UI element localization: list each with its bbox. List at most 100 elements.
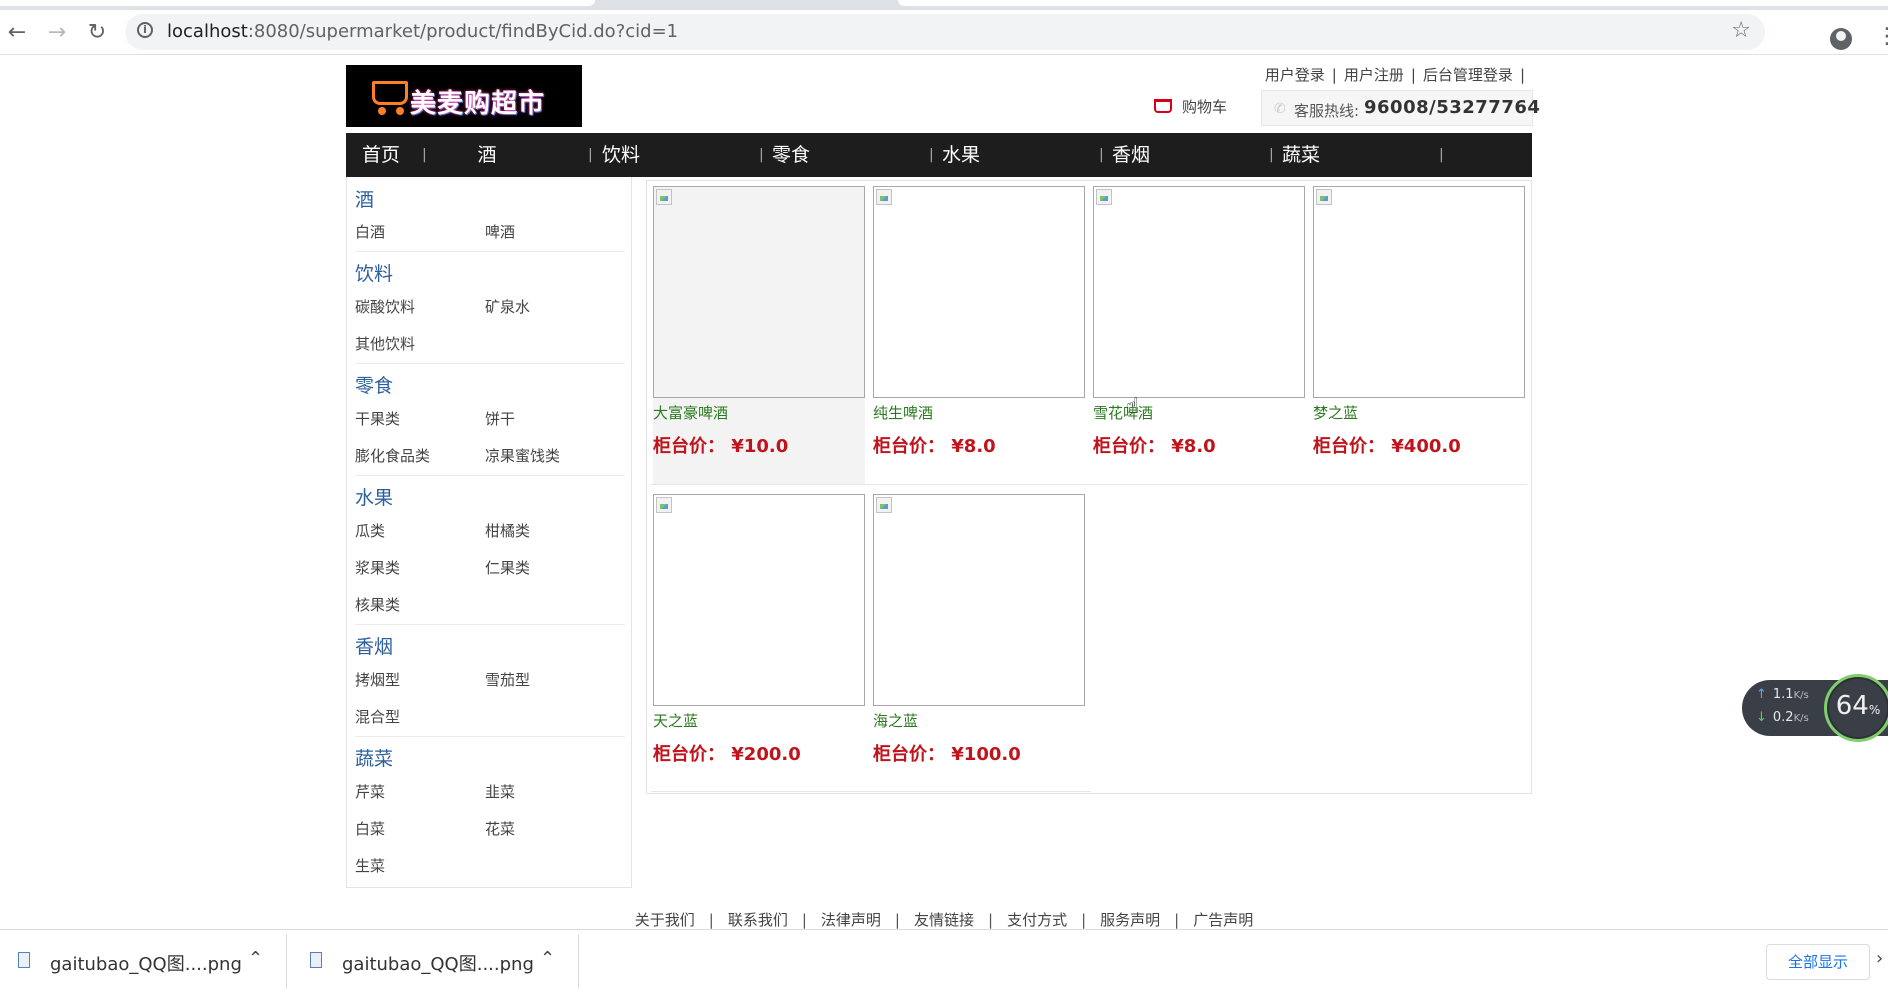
top-links: 用户登录 | 用户注册 | 后台管理登录 |: [1265, 64, 1532, 85]
product-image[interactable]: [873, 186, 1085, 398]
site-logo[interactable]: 美麦购超市: [346, 65, 582, 127]
product-image[interactable]: [653, 186, 865, 398]
product-image[interactable]: [873, 494, 1085, 706]
download-item[interactable]: gaitubao_QQ图....png ⌃: [292, 930, 578, 993]
product-price: 柜台价： ¥8.0: [873, 432, 996, 458]
subcategory-item[interactable]: 白菜: [355, 818, 385, 839]
browser-toolbar: ← → ↻ i localhost:8080/supermarket/produ…: [0, 10, 1888, 55]
footer-contact[interactable]: 联系我们: [728, 911, 788, 929]
nav-home[interactable]: 首页: [356, 133, 406, 177]
nav-liquor[interactable]: 酒: [452, 133, 522, 177]
subcategory-item[interactable]: 膨化食品类: [355, 445, 430, 466]
forward-icon[interactable]: →: [44, 20, 70, 46]
hotline-label: 客服热线:: [1294, 102, 1360, 120]
separator: |: [708, 911, 714, 929]
url-host: localhost: [167, 21, 248, 42]
subcategory-item[interactable]: 白酒: [355, 221, 385, 242]
user-register-link[interactable]: 用户注册: [1344, 66, 1404, 84]
nav-fruit[interactable]: 水果: [926, 133, 996, 177]
subcategory-item[interactable]: 其他饮料: [355, 333, 415, 354]
product-price: 柜台价： ¥400.0: [1313, 432, 1461, 458]
broken-image-icon: [1096, 189, 1112, 205]
browser-menu-icon[interactable]: ⋮: [1876, 24, 1888, 49]
nav-drinks[interactable]: 饮料: [586, 133, 656, 177]
subcategory-item[interactable]: 浆果类: [355, 557, 400, 578]
product-image[interactable]: [1093, 186, 1305, 398]
category-title-snacks[interactable]: 零食: [355, 371, 393, 398]
url-text[interactable]: localhost:8080/supermarket/product/findB…: [167, 21, 678, 42]
bookmark-star-icon[interactable]: ☆: [1731, 18, 1751, 43]
close-download-bar-icon[interactable]: ›: [1876, 948, 1883, 969]
category-title-cigarettes[interactable]: 香烟: [355, 632, 393, 659]
download-bar: gaitubao_QQ图....png ⌃ gaitubao_QQ图....pn…: [0, 929, 1888, 992]
nav-vegetables[interactable]: 蔬菜: [1266, 133, 1336, 177]
subcategory-item[interactable]: 碳酸饮料: [355, 296, 415, 317]
product-name[interactable]: 雪花啤酒: [1093, 402, 1153, 423]
profile-avatar-icon[interactable]: [1830, 28, 1852, 50]
footer-legal[interactable]: 法律声明: [821, 911, 881, 929]
product-name[interactable]: 梦之蓝: [1313, 402, 1358, 423]
footer-friend-links[interactable]: 友情链接: [914, 911, 974, 929]
category-title-liquor[interactable]: 酒: [355, 185, 374, 212]
product-name[interactable]: 天之蓝: [653, 710, 698, 731]
category-title-fruit[interactable]: 水果: [355, 483, 393, 510]
footer-service[interactable]: 服务声明: [1100, 911, 1160, 929]
show-all-button[interactable]: 全部显示: [1766, 944, 1870, 980]
subcategory-item[interactable]: 雪茄型: [485, 669, 530, 690]
user-login-link[interactable]: 用户登录: [1265, 66, 1325, 84]
product-image[interactable]: [653, 494, 865, 706]
subcategory-item[interactable]: 芹菜: [355, 781, 385, 802]
admin-login-link[interactable]: 后台管理登录: [1423, 66, 1513, 84]
chevron-up-icon[interactable]: ⌃: [248, 948, 263, 969]
other-tab[interactable]: [898, 0, 1888, 6]
divider: [578, 934, 579, 989]
speed-unit: K/s: [1793, 713, 1809, 724]
subcategory-item[interactable]: 核果类: [355, 594, 400, 615]
product-name[interactable]: 纯生啤酒: [873, 402, 933, 423]
site-info-icon[interactable]: i: [137, 22, 153, 38]
product-card[interactable]: 大富豪啤酒 柜台价： ¥10.0: [653, 186, 865, 484]
product-name[interactable]: 海之蓝: [873, 710, 918, 731]
network-speed-widget[interactable]: ↑ 1.1K/s ↓ 0.2K/s 64%: [1742, 674, 1888, 742]
subcategory-item[interactable]: 花菜: [485, 818, 515, 839]
cart-link[interactable]: 购物车: [1154, 96, 1227, 117]
subcategory-item[interactable]: 瓜类: [355, 520, 385, 541]
download-filename[interactable]: gaitubao_QQ图....png: [342, 950, 534, 976]
footer-ads[interactable]: 广告声明: [1193, 911, 1253, 929]
subcategory-item[interactable]: 拷烟型: [355, 669, 400, 690]
product-name[interactable]: 大富豪啤酒: [653, 402, 728, 423]
subcategory-item[interactable]: 饼干: [485, 408, 515, 429]
subcategory-item[interactable]: 生菜: [355, 855, 385, 876]
nav-cigarettes[interactable]: 香烟: [1096, 133, 1166, 177]
subcategory-item[interactable]: 柑橘类: [485, 520, 530, 541]
product-image[interactable]: [1313, 186, 1525, 398]
shopping-cart-icon: [1154, 99, 1172, 113]
chevron-up-icon[interactable]: ⌃: [540, 948, 555, 969]
subcategory-item[interactable]: 矿泉水: [485, 296, 530, 317]
footer-about[interactable]: 关于我们: [635, 911, 695, 929]
price-value: ¥8.0: [1171, 436, 1216, 457]
subcategory-item[interactable]: 仁果类: [485, 557, 530, 578]
subcategory-item[interactable]: 啤酒: [485, 221, 515, 242]
cart-label: 购物车: [1182, 98, 1228, 116]
subcategory-item[interactable]: 干果类: [355, 408, 400, 429]
subcategory-item[interactable]: 混合型: [355, 706, 400, 727]
hotline-number: 96008/53277764: [1364, 97, 1541, 118]
subcategory-item[interactable]: 韭菜: [485, 781, 515, 802]
category-title-vegetables[interactable]: 蔬菜: [355, 744, 393, 771]
download-filename[interactable]: gaitubao_QQ图....png: [50, 950, 242, 976]
nav-snacks[interactable]: 零食: [756, 133, 826, 177]
reload-icon[interactable]: ↻: [84, 20, 110, 46]
download-item[interactable]: gaitubao_QQ图....png ⌃: [0, 930, 286, 993]
back-icon[interactable]: ←: [4, 20, 30, 46]
broken-image-icon: [1316, 189, 1332, 205]
footer-payment[interactable]: 支付方式: [1007, 911, 1067, 929]
download-value: 0.2: [1772, 710, 1794, 725]
address-bar[interactable]: i localhost:8080/supermarket/product/fin…: [125, 14, 1765, 50]
divider: [355, 251, 625, 252]
category-title-drinks[interactable]: 饮料: [355, 259, 393, 286]
file-icon: [310, 952, 322, 968]
tab-strip: [0, 0, 1888, 10]
active-tab[interactable]: [0, 0, 595, 6]
subcategory-item[interactable]: 凉果蜜饯类: [485, 445, 560, 466]
